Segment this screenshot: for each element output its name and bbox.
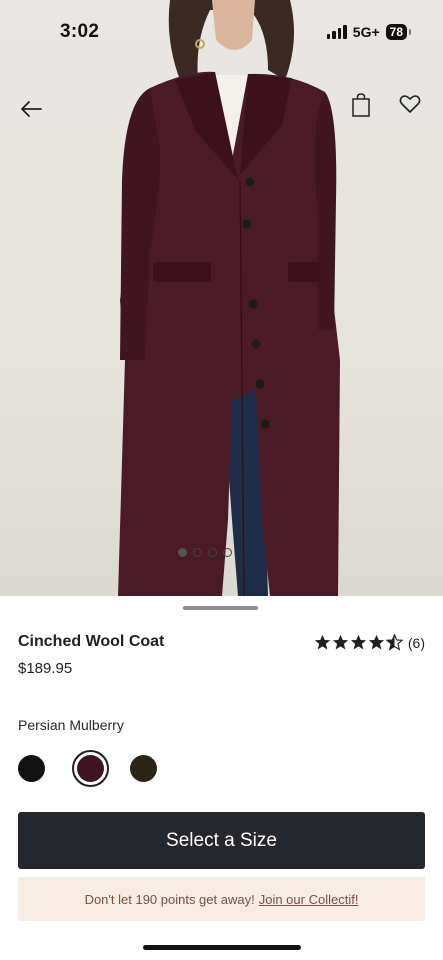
carousel-indicator [178, 548, 232, 557]
swatch-black[interactable] [18, 755, 45, 782]
points-promo-banner: Don't let 190 points get away! Join our … [18, 877, 425, 921]
network-label: 5G+ [352, 24, 380, 40]
swatch-persian-mulberry[interactable] [72, 750, 109, 787]
review-count: (6) [407, 634, 425, 651]
promo-text: Don't let 190 points get away! [84, 891, 255, 907]
carousel-dot[interactable] [178, 548, 187, 557]
signal-icon [326, 25, 347, 39]
star-icon [314, 634, 331, 650]
status-time: 3:02 [60, 21, 100, 42]
heart-icon[interactable] [397, 92, 423, 116]
carousel-dot[interactable] [223, 548, 232, 557]
swatch-persian-mulberry-fill [77, 755, 104, 782]
product-image[interactable]: 3:02 5G+ 78 [0, 0, 443, 596]
carousel-dot[interactable] [193, 548, 202, 557]
swatch-olive[interactable] [130, 755, 157, 782]
status-indicators: 5G+ 78 [326, 24, 412, 40]
star-icon [350, 634, 367, 650]
star-half-icon [385, 634, 403, 651]
shopping-bag-icon[interactable] [349, 92, 373, 118]
product-rating[interactable]: (6) [314, 634, 425, 651]
product-title: Cinched Wool Coat [18, 633, 165, 650]
back-arrow-icon[interactable] [16, 94, 46, 124]
selected-color-name: Persian Mulberry [18, 717, 124, 733]
star-icon [368, 634, 385, 650]
coat-photo [118, 0, 340, 596]
home-indicator[interactable] [143, 945, 301, 950]
rating-stars [314, 634, 403, 651]
sheet-handle[interactable] [183, 606, 258, 610]
carousel-dot[interactable] [208, 548, 217, 557]
battery-icon: 78 [385, 24, 412, 40]
star-icon [332, 634, 349, 650]
select-size-button[interactable]: Select a Size [18, 812, 425, 869]
join-collectif-link[interactable]: Join our Collectif! [259, 892, 359, 907]
product-price: $189.95 [18, 660, 73, 677]
